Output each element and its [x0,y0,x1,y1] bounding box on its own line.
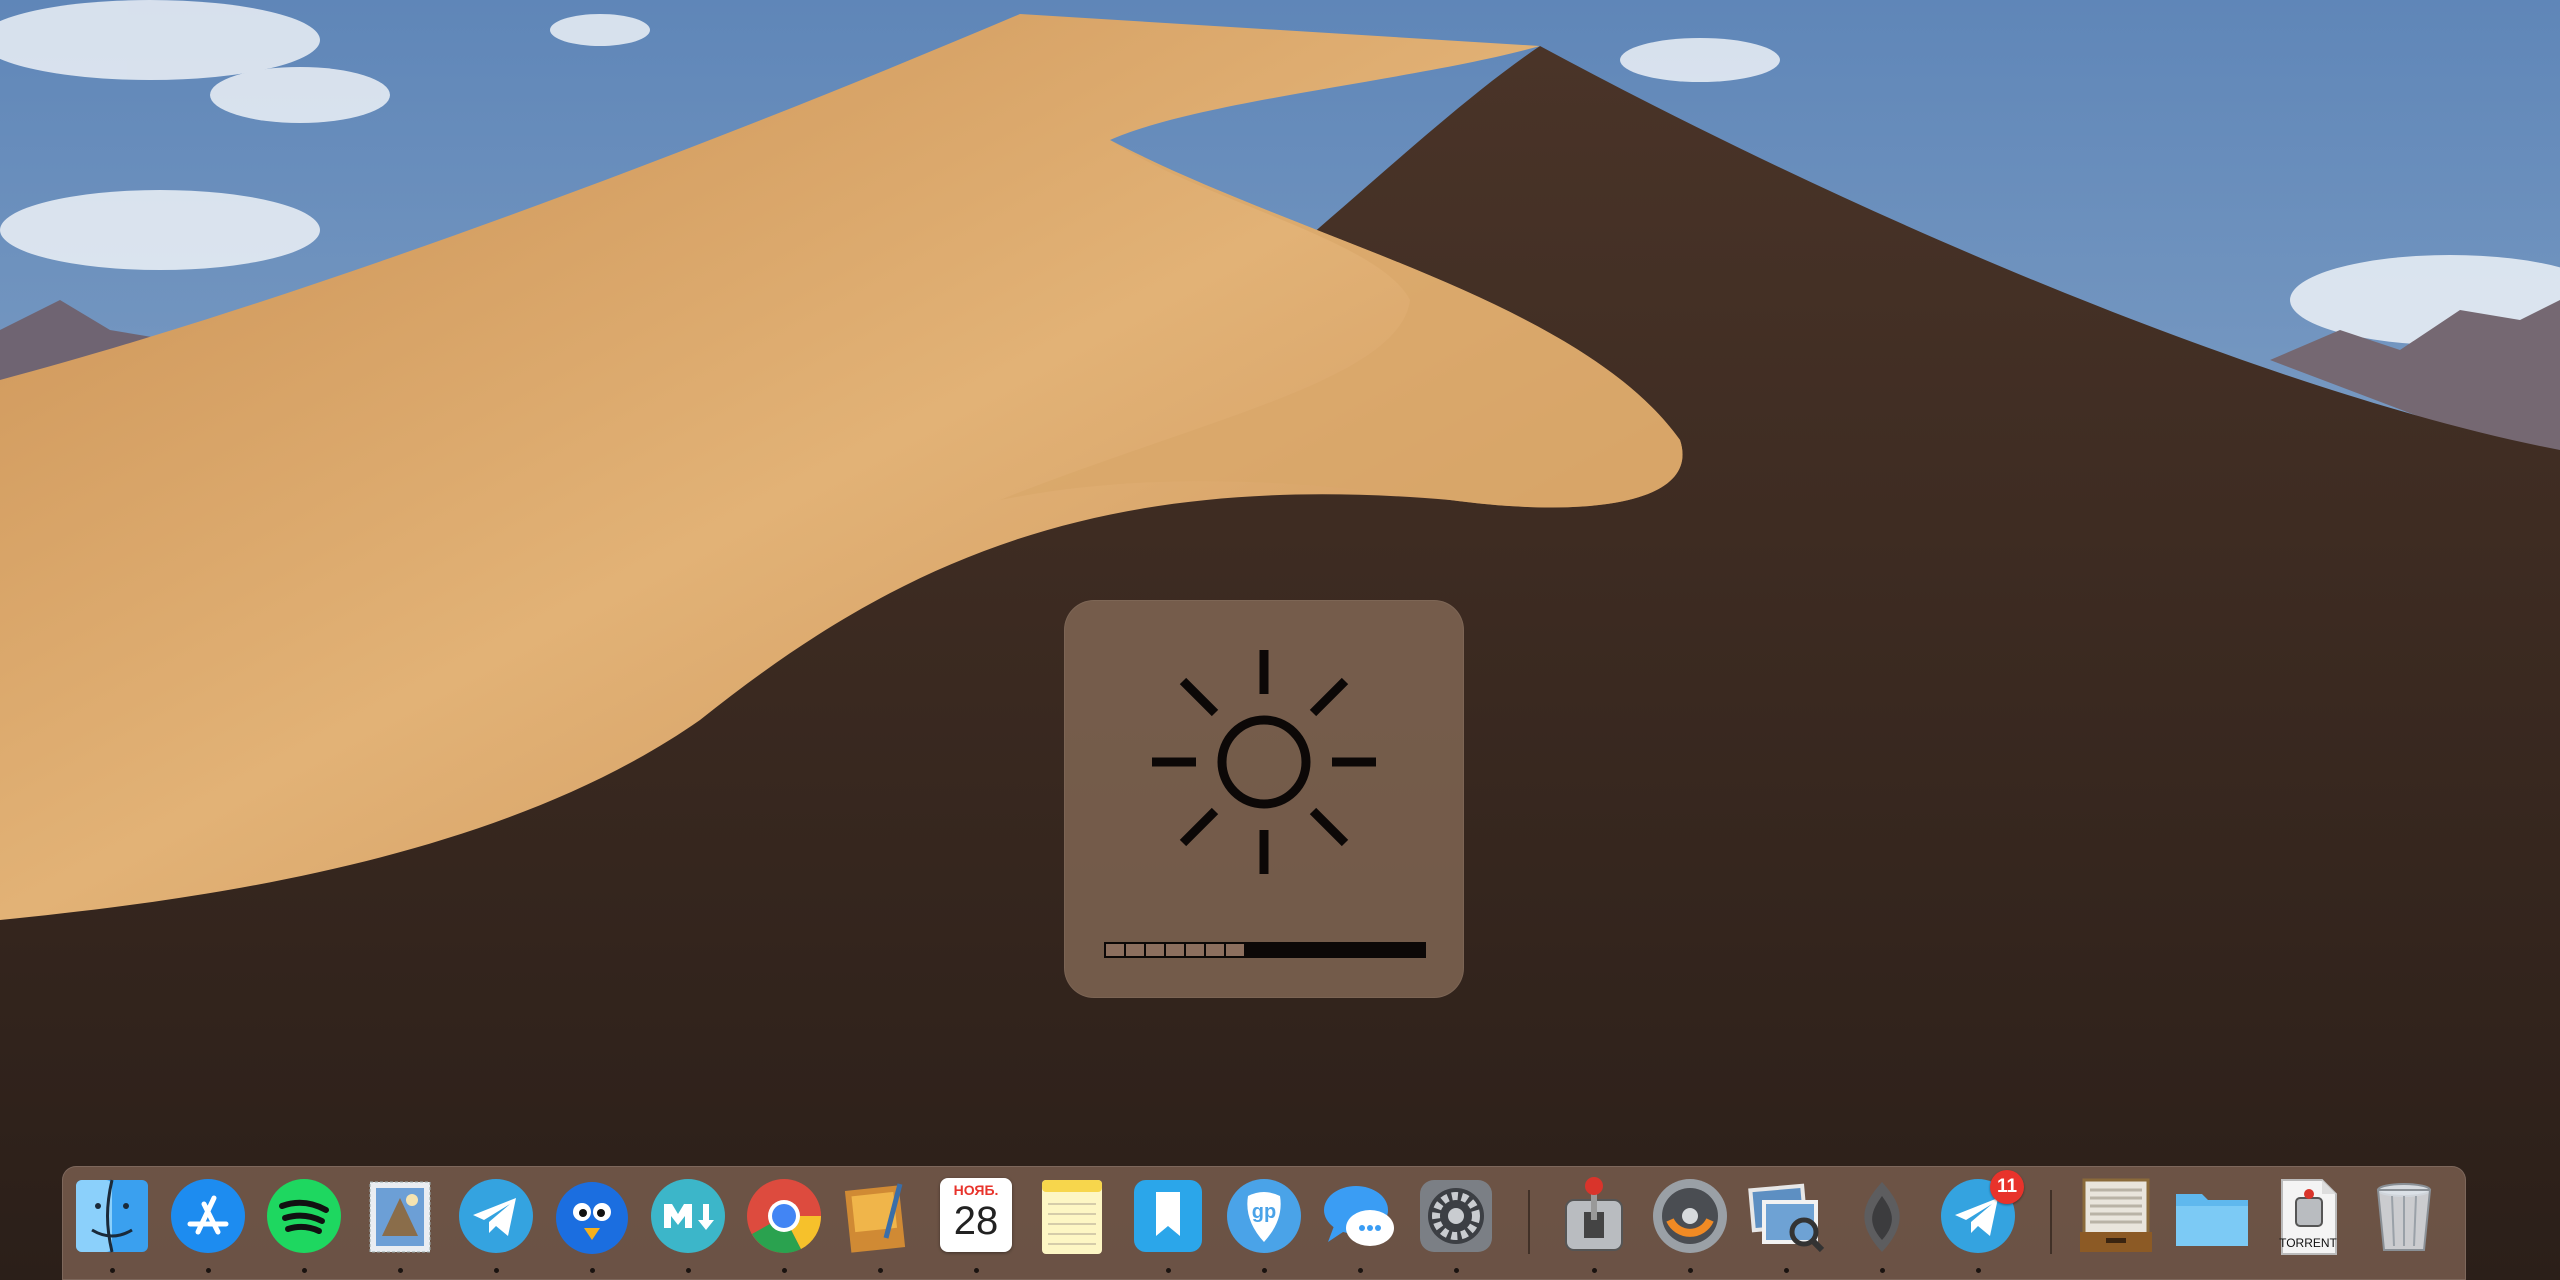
dock-item-image-viewer[interactable] [1746,1176,1828,1273]
dock-item-finder[interactable] [72,1176,154,1273]
guitar-pro-icon: gp [1227,1179,1301,1253]
bookmarks-icon [1134,1180,1202,1252]
drawer-icon [2080,1178,2152,1252]
dock-item-calendar[interactable]: НОЯБ. 28 [936,1176,1018,1273]
brightness-segment [1146,944,1164,956]
brightness-segment [1406,944,1424,956]
brightness-segment [1326,944,1344,956]
running-indicator [1976,1268,1981,1273]
running-indicator [1454,1268,1459,1273]
torrent-file-label: TORRENT [2279,1236,2337,1250]
running-indicator [206,1268,211,1273]
dock-divider [2050,1190,2052,1254]
dock-stack-torrent-file[interactable]: TORRENT [2268,1176,2350,1272]
dock-item-bookmarks[interactable] [1128,1176,1210,1273]
calendar-day: 28 [953,1199,999,1243]
dock-item-disk-utility[interactable] [1650,1176,1732,1273]
sun-icon [1152,650,1376,874]
running-indicator [1592,1268,1597,1273]
dock-item-mail[interactable] [360,1176,442,1273]
running-indicator [590,1268,595,1273]
dock-item-chrome[interactable] [744,1176,826,1273]
image-viewer-icon [1748,1183,1825,1253]
brightness-segment [1346,944,1364,956]
brightness-segment [1286,944,1304,956]
svg-text:gp: gp [1252,1201,1276,1223]
system-preferences-icon [1420,1180,1492,1252]
dock-trash[interactable] [2364,1176,2446,1272]
running-indicator [1262,1268,1267,1273]
running-indicator [302,1268,307,1273]
dock-stack-archive[interactable] [2076,1176,2158,1272]
mail-icon [369,1181,431,1253]
finder-icon [76,1179,148,1253]
brightness-hud [1064,600,1464,998]
brightness-segment [1266,944,1284,956]
brightness-level-bar [1104,942,1426,958]
brightness-segment [1386,944,1404,956]
brightness-segment [1246,944,1264,956]
brightness-segment [1166,944,1184,956]
disk-utility-icon [1653,1179,1727,1253]
calendar-icon: НОЯБ. 28 [940,1178,1012,1252]
dock-item-telegram[interactable] [456,1176,538,1273]
dock-divider [1528,1190,1530,1254]
running-indicator [878,1268,883,1273]
notes-icon [1042,1180,1102,1254]
brightness-segment [1126,944,1144,956]
chrome-icon [747,1179,822,1253]
brightness-segment [1186,944,1204,956]
dock-item-app-store[interactable] [168,1176,250,1273]
dock-item-telegram-2[interactable]: 11 [1938,1170,2024,1273]
dock-item-vector-app[interactable] [1842,1176,1924,1273]
running-indicator [782,1268,787,1273]
dock-item-guitar-pro[interactable]: gp [1224,1176,1306,1273]
calendar-month: НОЯБ. [953,1182,999,1198]
brightness-segment [1306,944,1324,956]
preview-icon [844,1183,906,1253]
telegram-icon [459,1179,533,1253]
dock-item-preview[interactable] [840,1176,922,1273]
running-indicator [1784,1268,1789,1273]
tweetbot-icon [556,1182,628,1254]
transmission-icon [1565,1177,1623,1251]
dock-item-tweetbot[interactable] [552,1176,634,1273]
dock-stack-folder[interactable] [2172,1176,2254,1272]
running-indicator [1688,1268,1693,1273]
messages-icon [1324,1186,1394,1246]
running-indicator [1880,1268,1885,1273]
spotify-icon [267,1179,341,1253]
dock-item-spotify[interactable] [264,1176,346,1273]
brightness-segment [1106,944,1124,956]
brightness-segment [1226,944,1244,956]
running-indicator [1166,1268,1171,1273]
dock-item-markdown[interactable] [648,1176,730,1273]
dock-item-messages[interactable] [1320,1176,1402,1273]
app-store-icon [171,1179,245,1253]
dock: НОЯБ. 28 gp 11 TORRENT [62,1166,2466,1280]
running-indicator [110,1268,115,1273]
dock-item-transmission[interactable] [1554,1176,1636,1273]
running-indicator [686,1268,691,1273]
folder-icon [2176,1194,2248,1246]
dock-item-notes[interactable] [1032,1176,1114,1272]
trash-icon [2376,1183,2432,1251]
brightness-segment [1206,944,1224,956]
running-indicator [398,1268,403,1273]
running-indicator [494,1268,499,1273]
brightness-segment [1366,944,1384,956]
running-indicator [974,1268,979,1273]
running-indicator [1358,1268,1363,1273]
vector-icon [1864,1182,1900,1252]
markdown-icon [651,1179,725,1253]
dock-item-system-preferences[interactable] [1416,1176,1498,1273]
notification-badge: 11 [1990,1170,2024,1204]
